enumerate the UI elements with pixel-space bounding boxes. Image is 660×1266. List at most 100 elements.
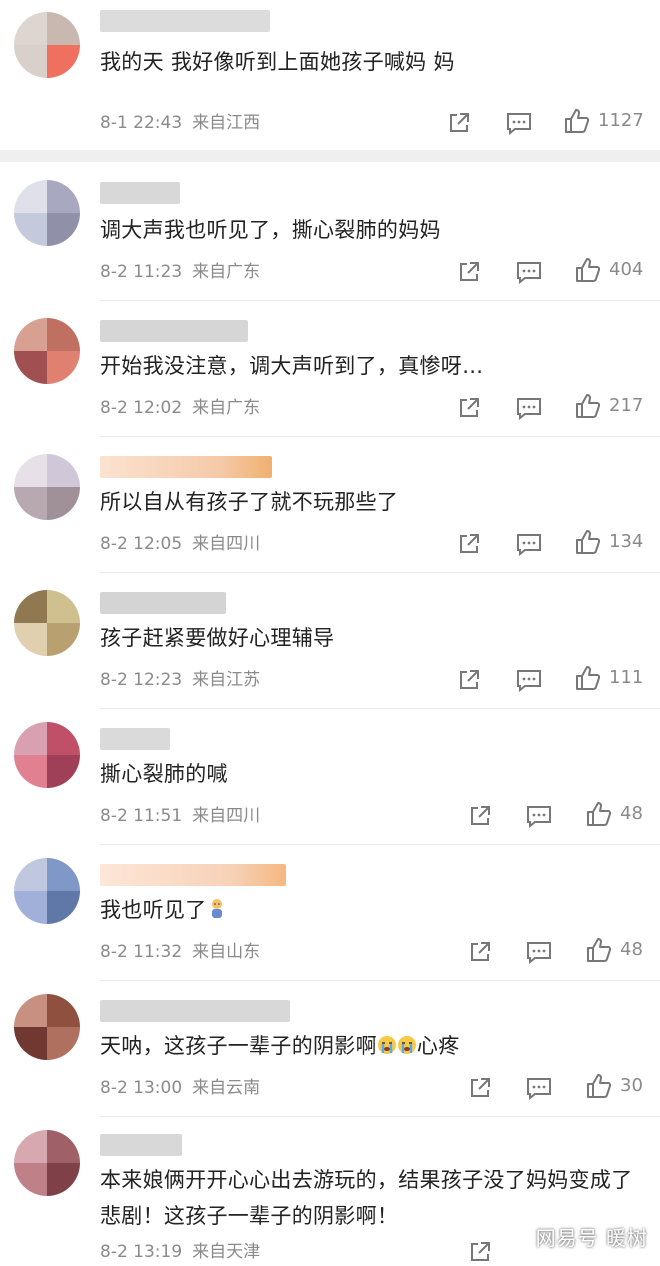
comment-location: 来自江西 — [192, 113, 261, 133]
share-button[interactable] — [457, 258, 481, 286]
share-icon — [460, 398, 479, 417]
avatar[interactable] — [14, 994, 80, 1060]
loudly-crying-face-emoji-icon — [397, 1036, 416, 1054]
avatar[interactable] — [14, 858, 80, 924]
comment-icon — [527, 942, 551, 964]
like-button[interactable]: 30 — [586, 1072, 643, 1100]
share-button[interactable] — [468, 802, 492, 830]
like-button[interactable]: 111 — [575, 664, 643, 692]
comment-text: 孩子赶紧要做好心理辅导 — [100, 626, 335, 650]
avatar[interactable] — [14, 12, 80, 78]
comment-meta: 8-2 12:02 来自广东 — [100, 396, 260, 420]
comment-date: 8-2 12:05 — [100, 534, 183, 554]
username-blurred[interactable] — [100, 864, 286, 886]
thumbs-up-icon — [576, 258, 601, 282]
comment-item: 孩子赶紧要做好心理辅导 8-2 12:23 来自江苏 111 — [0, 572, 660, 709]
comment-item: 调大声我也听见了，撕心裂肺的妈妈 8-2 11:23 来自广东 404 — [0, 162, 660, 301]
like-count: 111 — [609, 667, 644, 688]
like-count: 1127 — [598, 110, 644, 131]
comment-text: 我的天 我好像听到上面她孩子喊妈 妈 — [100, 50, 455, 74]
avatar[interactable] — [14, 1130, 80, 1196]
comment-date: 8-2 11:51 — [100, 806, 183, 826]
comment-meta: 8-2 12:23 来自江苏 — [100, 668, 260, 692]
comment-button[interactable] — [526, 802, 552, 830]
comment-icon — [517, 262, 541, 284]
like-button[interactable]: 48 — [586, 936, 643, 964]
comment-button[interactable] — [516, 258, 542, 286]
share-button[interactable] — [468, 1238, 492, 1266]
comment-button[interactable] — [526, 1074, 552, 1102]
username-blurred[interactable] — [100, 182, 180, 204]
share-button[interactable] — [468, 938, 492, 966]
thumbs-up-icon — [587, 1074, 612, 1098]
username-blurred[interactable] — [100, 320, 248, 342]
comment-location: 来自云南 — [192, 1078, 261, 1098]
comment-item: 开始我没注意，调大声听到了，真惨呀… 8-2 12:02 来自广东 217 — [0, 300, 660, 437]
share-button[interactable] — [457, 530, 481, 558]
comment-date: 8-1 22:43 — [100, 113, 183, 133]
username-blurred[interactable] — [100, 1134, 182, 1156]
like-button[interactable]: 404 — [575, 256, 643, 284]
thumbs-up-icon — [565, 109, 590, 133]
like-count: 30 — [620, 1075, 643, 1096]
share-button[interactable] — [447, 109, 471, 137]
comment-date: 8-2 12:02 — [100, 398, 183, 418]
avatar[interactable] — [14, 722, 80, 788]
username-blurred[interactable] — [100, 728, 170, 750]
share-button[interactable] — [457, 666, 481, 694]
comment-text: 撕心裂肺的喊 — [100, 762, 228, 786]
like-button[interactable]: 134 — [575, 528, 643, 556]
comment-item: 我也听见了 8-2 11:32 来自山东 48 — [0, 844, 660, 981]
comment-text: 天呐，这孩子一辈子的阴影啊 心疼 — [100, 1030, 636, 1062]
comment-button[interactable] — [516, 666, 542, 694]
share-icon — [460, 670, 479, 689]
comment-button[interactable] — [506, 109, 532, 137]
section-divider — [0, 150, 660, 162]
comment-button[interactable] — [516, 394, 542, 422]
thumbs-up-icon — [587, 802, 612, 826]
share-button[interactable] — [457, 394, 481, 422]
avatar[interactable] — [14, 454, 80, 520]
comment-button[interactable] — [526, 938, 552, 966]
username-blurred[interactable] — [100, 456, 272, 478]
comment-meta: 8-2 13:00 来自云南 — [100, 1076, 260, 1100]
share-button[interactable] — [468, 1074, 492, 1102]
share-icon — [471, 1078, 490, 1097]
comment-item: 撕心裂肺的喊 8-2 11:51 来自四川 48 — [0, 708, 660, 845]
share-icon — [460, 262, 479, 281]
share-icon — [460, 534, 479, 553]
comment-icon — [517, 534, 541, 556]
comment-location: 来自天津 — [192, 1242, 261, 1262]
comment-icon — [517, 670, 541, 692]
avatar[interactable] — [14, 318, 80, 384]
crying-figure-emoji-icon — [211, 899, 222, 918]
username-blurred[interactable] — [100, 10, 270, 32]
comment-date: 8-2 11:32 — [100, 942, 183, 962]
like-count: 404 — [609, 259, 644, 280]
like-button[interactable]: 217 — [575, 392, 643, 420]
like-button[interactable]: 48 — [586, 800, 643, 828]
watermark: 网易号 暖树 — [535, 1226, 648, 1250]
comment-icon — [527, 806, 551, 828]
comment-meta: 8-1 22:43 来自江西 — [100, 111, 260, 135]
thumbs-up-icon — [576, 530, 601, 554]
comment-text: 所以自从有孩子了就不玩那些了 — [100, 490, 399, 514]
comment-date: 8-2 13:19 — [100, 1242, 183, 1262]
like-button[interactable]: 1127 — [564, 107, 644, 135]
comment-item: 天呐，这孩子一辈子的阴影啊 心疼 8-2 13:00 来自云南 30 — [0, 980, 660, 1117]
comment-meta: 8-2 11:23 来自广东 — [100, 260, 260, 284]
comment-text: 调大声我也听见了，撕心裂肺的妈妈 — [100, 218, 441, 242]
username-blurred[interactable] — [100, 592, 226, 614]
comment-location: 来自四川 — [192, 534, 261, 554]
avatar[interactable] — [14, 590, 80, 656]
avatar[interactable] — [14, 180, 80, 246]
comment-text-body: 我也听见了 — [100, 898, 207, 922]
username-blurred[interactable] — [100, 1000, 290, 1022]
comment-text: 开始我没注意，调大声听到了，真惨呀… — [100, 354, 484, 378]
comment-button[interactable] — [516, 530, 542, 558]
comment-date: 8-2 13:00 — [100, 1078, 183, 1098]
like-count: 217 — [609, 395, 644, 416]
share-icon — [471, 942, 490, 961]
thumbs-up-icon — [576, 666, 601, 690]
comment-text-body: 天呐，这孩子一辈子的阴影啊 — [100, 1034, 377, 1058]
